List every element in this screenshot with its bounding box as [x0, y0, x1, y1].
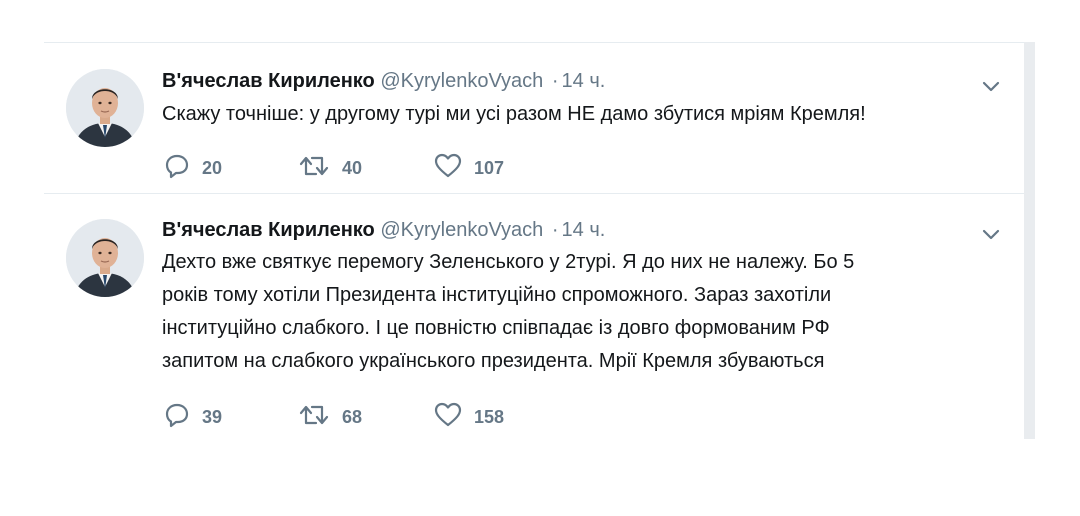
retweet-button[interactable]: 40 [298, 153, 362, 183]
like-count: 158 [474, 406, 505, 427]
separator-dot: · [551, 219, 559, 241]
reply-icon [164, 402, 202, 433]
reply-button[interactable]: 20 [164, 153, 222, 183]
reply-icon [164, 153, 202, 184]
retweet-count: 68 [342, 406, 363, 427]
like-button[interactable]: 158 [434, 402, 504, 432]
author-handle[interactable]: @KyrylenkoVyach [380, 219, 543, 241]
like-count: 107 [474, 157, 505, 178]
tweet-timeline: В'ячеслав Кириленко @KyrylenkoVyach · 14 … [44, 42, 1024, 440]
author-name[interactable]: В'ячеслав Кириленко [162, 70, 375, 92]
retweet-icon [298, 402, 342, 433]
tweet-timestamp[interactable]: 14 ч. [562, 70, 606, 92]
tweet[interactable]: В'ячеслав Кириленко @KyrylenkoVyach · 14 … [44, 43, 1024, 194]
reply-count: 39 [202, 406, 223, 427]
tweet-text-line: Дехто вже святкує перемогу Зеленського у… [162, 251, 855, 273]
author-handle[interactable]: @KyrylenkoVyach [380, 70, 543, 92]
author-name[interactable]: В'ячеслав Кириленко [162, 219, 375, 241]
chevron-down-icon[interactable] [980, 223, 1002, 245]
tweet-header: В'ячеслав Кириленко @KyrylenkoVyach · 14 … [162, 69, 605, 93]
tweet-text: Дехто вже святкує перемогу Зеленського у… [162, 246, 992, 378]
tweet-text-line: років тому хотіли Президента інституційн… [162, 284, 832, 306]
tweet-timestamp[interactable]: 14 ч. [562, 219, 606, 241]
reply-button[interactable]: 39 [164, 402, 222, 432]
avatar[interactable] [66, 219, 144, 297]
tweet-text-line: запитом на слабкого українського президе… [162, 350, 825, 372]
avatar[interactable] [66, 69, 144, 147]
retweet-count: 40 [342, 157, 363, 178]
heart-icon [434, 402, 474, 433]
tweet[interactable]: В'ячеслав Кириленко @KyrylenkoVyach · 14 … [44, 194, 1024, 440]
separator-dot: · [551, 70, 559, 92]
like-button[interactable]: 107 [434, 153, 504, 183]
heart-icon [434, 153, 474, 184]
scrollbar-track[interactable] [1024, 42, 1035, 439]
tweet-text: Скажу точніше: у другому турі ми усі раз… [162, 98, 992, 131]
tweet-text-line: Скажу точніше: у другому турі ми усі раз… [162, 103, 866, 125]
retweet-button[interactable]: 68 [298, 402, 362, 432]
retweet-icon [298, 153, 342, 184]
chevron-down-icon[interactable] [980, 75, 1002, 97]
tweet-text-line: інституційно слабкого. І це повністю спі… [162, 317, 830, 339]
reply-count: 20 [202, 157, 223, 178]
tweet-header: В'ячеслав Кириленко @KyrylenkoVyach · 14 … [162, 218, 605, 242]
